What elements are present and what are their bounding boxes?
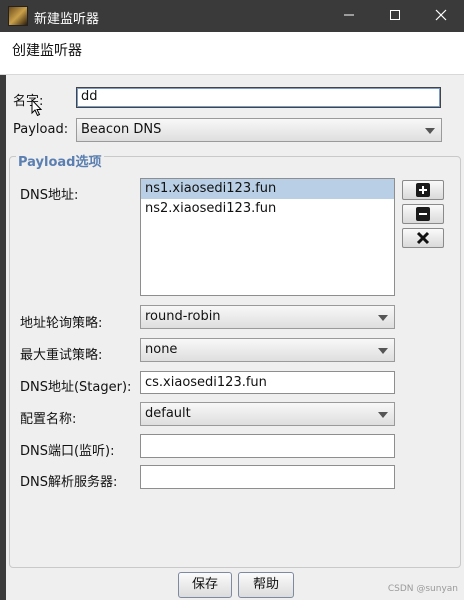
payload-options-title: Payload选项 [16,151,104,170]
rotation-strategy-label: 地址轮询策略: [20,316,103,331]
payload-select[interactable]: Beacon DNS [76,118,442,142]
plus-icon [416,183,430,197]
clear-addresses-button[interactable] [402,228,444,248]
payload-select-value: Beacon DNS [81,122,162,137]
list-item[interactable]: ns2.xiaosedi123.fun [141,199,394,219]
dns-resolver-label: DNS解析服务器: [20,475,118,490]
close-icon[interactable] [418,0,464,32]
max-retry-label: 最大重试策略: [20,348,103,363]
maximize-icon[interactable] [372,0,418,32]
profile-name-label: 配置名称: [20,412,77,427]
rotation-strategy-select[interactable]: round-robin [140,305,395,329]
dns-port-label: DNS端口(监听): [20,444,115,459]
rotation-strategy-value: round-robin [145,309,221,324]
profile-name-value: default [145,406,191,421]
dns-port-input[interactable] [140,434,395,458]
mouse-cursor-icon [31,99,43,117]
dns-resolver-input[interactable] [140,465,395,489]
watermark: CSDN @sunyan [387,584,458,594]
x-icon [416,231,430,245]
minus-icon [416,207,430,221]
help-button[interactable]: 帮助 [238,572,294,598]
background-edge [0,75,6,600]
name-input[interactable]: dd [76,87,441,108]
app-icon [8,6,28,26]
page-heading: 创建监听器 [12,43,82,59]
dns-stager-input[interactable]: cs.xiaosedi123.fun [140,371,395,394]
chevron-down-icon [378,348,388,354]
list-item[interactable]: ns1.xiaosedi123.fun [141,179,394,199]
window-title: 新建监听器 [34,12,100,27]
dns-stager-label: DNS地址(Stager): [20,380,132,395]
chevron-down-icon [378,315,388,321]
title-bar[interactable]: 新建监听器 [0,0,464,32]
save-button[interactable]: 保存 [178,572,232,598]
profile-name-select[interactable]: default [140,402,395,426]
add-address-button[interactable] [402,180,444,200]
remove-address-button[interactable] [402,204,444,224]
chevron-down-icon [378,412,388,418]
max-retry-value: none [145,342,178,357]
chevron-down-icon [425,128,435,134]
payload-label: Payload: [13,122,69,137]
minimize-icon[interactable] [326,0,372,32]
dns-address-label: DNS地址: [20,188,79,203]
max-retry-select[interactable]: none [140,338,395,362]
dns-address-list[interactable]: ns1.xiaosedi123.fun ns2.xiaosedi123.fun [140,178,395,296]
